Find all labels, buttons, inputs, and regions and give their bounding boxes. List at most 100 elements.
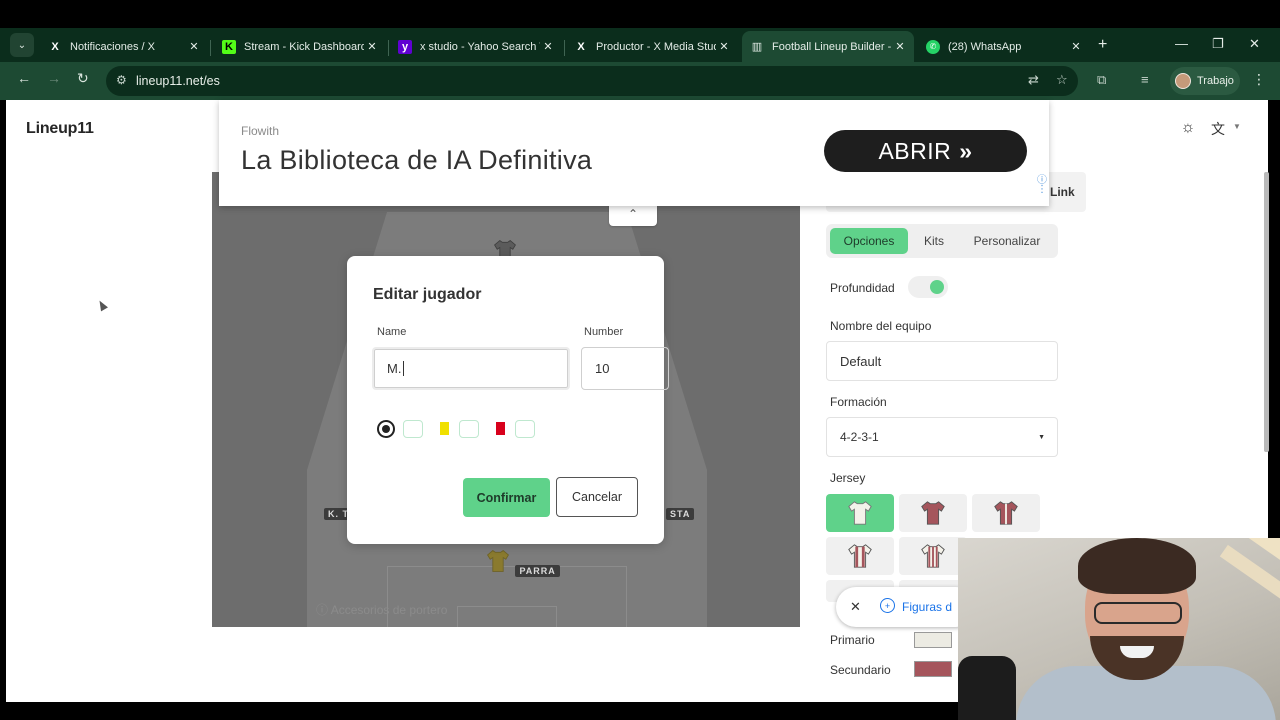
minimize-icon[interactable]: — — [1175, 36, 1188, 51]
tab-title: Notificaciones / X — [70, 40, 155, 53]
address-bar[interactable]: ⚙ lineup11.net/es ⇄ ☆ — [106, 66, 1078, 96]
player-name-label: PARRA — [515, 565, 560, 577]
translate-icon[interactable]: ⇄ — [1028, 72, 1039, 88]
options-tab-group: Opciones Kits Personalizar — [826, 224, 1058, 258]
edit-player-modal: Editar jugador Name Number M. 10 Confirm… — [347, 256, 669, 544]
chevron-down-icon[interactable]: ▼ — [1233, 122, 1241, 131]
jersey-option-thin-stripes[interactable] — [899, 537, 967, 575]
jersey-option-center-stripe[interactable] — [972, 494, 1040, 532]
chevron-down-icon: ▼ — [1038, 434, 1045, 441]
back-arrow-icon[interactable]: ← — [17, 70, 31, 86]
forward-arrow-icon[interactable]: → — [47, 70, 61, 86]
red-card-checkbox[interactable] — [515, 420, 535, 438]
tab-close-icon[interactable]: ✕ — [716, 40, 732, 53]
browser-tabstrip: ⌄ X Notificaciones / X ✕ K Stream - Kick… — [0, 28, 1280, 62]
x-logo-icon: X — [51, 40, 59, 53]
x-logo-icon: X — [577, 40, 585, 53]
tab-close-icon[interactable]: ✕ — [540, 40, 556, 53]
tab-football-lineup-builder[interactable]: ▥ Football Lineup Builder - C ✕ — [742, 31, 914, 62]
tab-whatsapp[interactable]: ✆ (28) WhatsApp ✕ — [918, 31, 1090, 62]
number-value: 10 — [595, 361, 610, 376]
ad-headline[interactable]: La Biblioteca de IA Definitiva — [241, 145, 592, 176]
tab-kits[interactable]: Kits — [912, 228, 956, 254]
ad-open-label: ABRIR — [878, 137, 952, 164]
page-icon: ▥ — [751, 41, 763, 53]
number-label: Number — [584, 326, 624, 338]
plus-circle-icon: + — [880, 598, 895, 613]
tab-title: Stream - Kick Dashboard — [244, 40, 364, 53]
confirm-button[interactable]: Confirmar — [463, 478, 550, 517]
depth-toggle[interactable] — [908, 276, 948, 298]
new-tab-plus-icon[interactable]: + — [1098, 36, 1107, 54]
ad-info-icon[interactable]: ⓘ ⋮ — [1037, 176, 1047, 195]
webcam-person-hair — [1078, 538, 1196, 594]
goal-area-line — [457, 606, 557, 627]
extensions-icon[interactable]: ⧉ — [1097, 72, 1106, 88]
site-settings-icon[interactable]: ⚙ — [116, 73, 127, 87]
language-icon[interactable]: 文 — [1211, 119, 1225, 139]
tab-search-chevron-icon[interactable]: ⌄ — [10, 33, 34, 57]
ball-checkbox[interactable] — [403, 420, 423, 438]
depth-label: Profundidad — [830, 281, 895, 295]
url-text[interactable]: lineup11.net/es — [136, 74, 220, 88]
ad-open-button[interactable]: ABRIR » — [824, 130, 1027, 172]
tab-close-icon[interactable]: ✕ — [892, 40, 908, 53]
jersey-option-stripes[interactable] — [826, 537, 894, 575]
ball-option-radio[interactable] — [377, 420, 395, 438]
primary-color-swatch[interactable] — [914, 632, 952, 648]
name-value: M. — [387, 361, 402, 376]
tab-title: Productor - X Media Studio — [596, 40, 716, 53]
tab-opciones[interactable]: Opciones — [830, 228, 908, 254]
media-controls-icon[interactable]: ≡ — [1141, 72, 1149, 87]
goalkeeper-accessories-toggle[interactable]: ⓘ Accesorios de portero — [316, 601, 447, 618]
tab-label: Kits — [923, 234, 944, 248]
webcam-person-glasses — [1094, 602, 1182, 624]
figures-label: Figuras d — [902, 600, 953, 614]
team-name-input[interactable]: Default — [826, 341, 1058, 381]
reload-icon[interactable]: ↻ — [77, 70, 89, 87]
goalkeeper-jersey-icon — [487, 550, 509, 572]
jersey-icon — [848, 544, 872, 568]
yellow-card-checkbox[interactable] — [459, 420, 479, 438]
tab-close-icon[interactable]: ✕ — [1068, 40, 1084, 53]
theme-sun-icon[interactable]: ☼ — [1179, 119, 1197, 137]
tab-notificaciones[interactable]: X Notificaciones / X ✕ — [40, 31, 208, 62]
tab-label: Personalizar — [973, 234, 1041, 248]
restore-icon[interactable]: ❐ — [1212, 36, 1224, 52]
page-scrollbar[interactable] — [1264, 172, 1269, 452]
jersey-option-plain-white[interactable] — [826, 494, 894, 532]
tab-kick-dashboard[interactable]: K Stream - Kick Dashboard ✕ — [214, 31, 386, 62]
browser-menu-icon[interactable]: ⋮ — [1252, 71, 1266, 88]
player-number-input[interactable]: 10 — [581, 347, 669, 390]
tab-title: (28) WhatsApp — [948, 40, 1022, 53]
window-close-icon[interactable]: ✕ — [1249, 36, 1260, 52]
primary-color-label: Primario — [830, 633, 875, 647]
tab-x-media-studio[interactable]: X Productor - X Media Studio ✕ — [566, 31, 738, 62]
jersey-icon — [994, 501, 1018, 525]
secondary-color-label: Secundario — [830, 663, 891, 677]
site-logo[interactable]: Lineup11 — [26, 120, 94, 138]
close-icon[interactable]: ✕ — [850, 599, 861, 615]
ball-icon — [382, 425, 390, 433]
profile-name: Trabajo — [1197, 75, 1234, 87]
tab-separator — [564, 40, 565, 56]
double-chevron-right-icon: » — [959, 137, 973, 164]
ad-banner[interactable]: Flowith La Biblioteca de IA Definitiva A… — [219, 100, 1049, 206]
player-marker-right[interactable]: STA — [666, 504, 695, 522]
tab-close-icon[interactable]: ✕ — [364, 40, 380, 53]
player-marker-goalkeeper[interactable]: PARRA — [485, 548, 560, 579]
bookmark-star-icon[interactable]: ☆ — [1056, 72, 1068, 88]
profile-button[interactable]: Trabajo — [1170, 67, 1240, 95]
tab-close-icon[interactable]: ✕ — [186, 40, 202, 53]
secondary-color-swatch[interactable] — [914, 661, 952, 677]
cancel-button[interactable]: Cancelar — [556, 477, 638, 517]
jersey-option-plain-red[interactable] — [899, 494, 967, 532]
team-name-value: Default — [840, 353, 882, 369]
player-name-input[interactable]: M. — [372, 347, 570, 390]
figures-popup[interactable]: ✕ + Figuras d — [836, 587, 976, 627]
formation-select[interactable]: 4-2-3-1 ▼ — [826, 417, 1058, 457]
tab-personalizar[interactable]: Personalizar — [960, 228, 1054, 254]
cancel-label: Cancelar — [571, 490, 623, 504]
tab-yahoo-search[interactable]: y x studio - Yahoo Search Tu ✕ — [390, 31, 562, 62]
kick-logo-icon: K — [222, 39, 236, 54]
